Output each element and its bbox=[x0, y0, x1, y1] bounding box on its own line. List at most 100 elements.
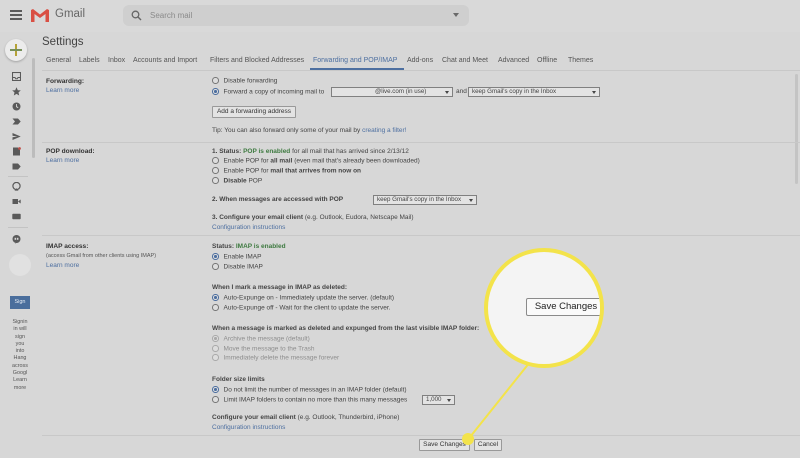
tab-offline[interactable]: Offline bbox=[537, 57, 557, 64]
folder-limit-select[interactable]: 1,000 bbox=[422, 395, 455, 405]
compose-button[interactable] bbox=[5, 39, 27, 61]
rail-divider bbox=[8, 176, 28, 177]
search-box[interactable]: Search mail bbox=[123, 5, 469, 26]
pop-configure-label: 3. Configure your email client (e.g. Out… bbox=[212, 214, 414, 221]
search-icon[interactable] bbox=[131, 10, 142, 21]
limit-folders-option[interactable]: Limit IMAP folders to contain no more th… bbox=[212, 396, 407, 404]
search-options-icon[interactable] bbox=[453, 13, 459, 17]
disable-forwarding-option[interactable]: Disable forwarding bbox=[212, 77, 277, 85]
radio-selected-icon[interactable] bbox=[212, 294, 219, 301]
sign-in-button[interactable]: Sign bbox=[10, 296, 30, 309]
radio-icon[interactable] bbox=[212, 263, 219, 270]
pop-action-select[interactable]: keep Gmail's copy in the Inbox bbox=[373, 195, 477, 205]
imap-disable-option[interactable]: Disable IMAP bbox=[212, 263, 263, 271]
rail-divider bbox=[8, 227, 28, 228]
important-icon[interactable] bbox=[12, 117, 21, 126]
pop-learn-more-link[interactable]: Learn more bbox=[46, 157, 79, 164]
no-limit-option[interactable]: Do not limit the number of messages in a… bbox=[212, 386, 407, 394]
video-icon[interactable] bbox=[12, 197, 21, 206]
radio-icon[interactable] bbox=[212, 177, 219, 184]
snoozed-icon[interactable] bbox=[12, 102, 21, 111]
tab-forwarding-and-pop-imap[interactable]: Forwarding and POP/IMAP bbox=[313, 57, 397, 64]
imap-learn-more-link[interactable]: Learn more bbox=[46, 262, 79, 269]
chevron-down-icon bbox=[445, 91, 449, 94]
pop-from-now-option[interactable]: Enable POP for mail that arrives from no… bbox=[212, 167, 361, 175]
pop-all-mail-option[interactable]: Enable POP for all mail (even mail that'… bbox=[212, 157, 420, 165]
tab-accounts-and-import[interactable]: Accounts and Import bbox=[133, 57, 197, 64]
main-menu-icon[interactable] bbox=[10, 10, 22, 20]
pop-status-value: POP is enabled bbox=[243, 148, 291, 155]
pop-configuration-link[interactable]: Configuration instructions bbox=[212, 224, 285, 231]
radio-selected-icon[interactable] bbox=[212, 335, 219, 342]
radio-selected-icon[interactable] bbox=[212, 386, 219, 393]
delete-forever-option[interactable]: Immediately delete the message forever bbox=[212, 354, 339, 362]
callout-dot bbox=[462, 433, 474, 445]
archive-message-option[interactable]: Archive the message (default) bbox=[212, 335, 310, 343]
section-divider bbox=[42, 235, 800, 236]
auto-expunge-on-option[interactable]: Auto-Expunge on - Immediately update the… bbox=[212, 294, 394, 302]
radio-icon[interactable] bbox=[212, 345, 219, 352]
sent-icon[interactable] bbox=[12, 132, 21, 141]
gmail-logo-icon[interactable] bbox=[30, 8, 50, 23]
forwarding-tip: Tip: You can also forward only some of y… bbox=[212, 127, 407, 134]
top-bar: Gmail Search mail bbox=[0, 0, 800, 32]
imap-deleted-heading: When I mark a message in IMAP as deleted… bbox=[212, 284, 347, 291]
tab-inbox[interactable]: Inbox bbox=[108, 57, 125, 64]
forwarding-section-title: Forwarding: bbox=[46, 78, 85, 85]
forward-action-select[interactable]: keep Gmail's copy in the Inbox bbox=[468, 87, 600, 97]
folder-size-heading: Folder size limits bbox=[212, 376, 265, 383]
move-to-trash-option[interactable]: Move the message to the Trash bbox=[212, 345, 315, 353]
app-name: Gmail bbox=[55, 8, 86, 20]
radio-selected-icon[interactable] bbox=[212, 253, 219, 260]
forwarding-learn-more-link[interactable]: Learn more bbox=[46, 87, 79, 94]
tab-chat-and-meet[interactable]: Chat and Meet bbox=[442, 57, 488, 64]
tab-themes[interactable]: Themes bbox=[568, 57, 593, 64]
hangouts-icon[interactable] bbox=[12, 235, 21, 244]
imap-enable-option[interactable]: Enable IMAP bbox=[212, 253, 261, 261]
radio-icon[interactable] bbox=[212, 77, 219, 84]
tab-labels[interactable]: Labels bbox=[79, 57, 100, 64]
imap-configure-label: Configure your email client (e.g. Outloo… bbox=[212, 414, 400, 421]
imap-section-title: IMAP access: bbox=[46, 243, 89, 250]
imap-configuration-link[interactable]: Configuration instructions bbox=[212, 424, 285, 431]
keyboard-icon[interactable] bbox=[12, 212, 21, 221]
cancel-button[interactable]: Cancel bbox=[474, 439, 502, 451]
inbox-icon[interactable] bbox=[12, 72, 21, 81]
forward-address-select[interactable]: @live.com (in use) bbox=[331, 87, 453, 97]
tab-filters-and-blocked-addresses[interactable]: Filters and Blocked Addresses bbox=[210, 57, 304, 64]
radio-icon[interactable] bbox=[212, 354, 219, 361]
pop-accessed-label: 2. When messages are accessed with POP bbox=[212, 196, 344, 203]
radio-selected-icon[interactable] bbox=[212, 88, 219, 95]
radio-icon[interactable] bbox=[212, 157, 219, 164]
chevron-down-icon bbox=[469, 199, 473, 202]
meet-icon[interactable] bbox=[12, 182, 21, 191]
radio-icon[interactable] bbox=[212, 304, 219, 311]
tab-advanced[interactable]: Advanced bbox=[498, 57, 529, 64]
chevron-down-icon bbox=[447, 399, 451, 402]
forward-copy-option[interactable]: Forward a copy of incoming mail to bbox=[212, 88, 324, 96]
label-icon[interactable] bbox=[12, 162, 21, 171]
create-filter-link[interactable]: creating a filter! bbox=[362, 127, 406, 134]
avatar[interactable] bbox=[9, 254, 31, 276]
imap-status-value: IMAP is enabled bbox=[235, 243, 286, 250]
pop-disable-option[interactable]: Disable POP bbox=[212, 177, 262, 185]
and-label: and bbox=[456, 88, 467, 95]
radio-icon[interactable] bbox=[212, 396, 219, 403]
tabs-divider bbox=[42, 70, 800, 71]
search-placeholder[interactable]: Search mail bbox=[150, 11, 192, 20]
rail-scrollbar[interactable] bbox=[32, 58, 35, 158]
drafts-icon[interactable] bbox=[12, 147, 21, 156]
auto-expunge-off-option[interactable]: Auto-Expunge off - Wait for the client t… bbox=[212, 304, 390, 312]
callout-magnifier: Save Changes bbox=[484, 248, 604, 368]
add-forwarding-address-button[interactable]: Add a forwarding address bbox=[212, 106, 296, 118]
pop-section-title: POP download: bbox=[46, 148, 95, 155]
section-divider bbox=[42, 142, 800, 143]
imap-section-subtitle: (access Gmail from other clients using I… bbox=[46, 253, 157, 259]
imap-status: Status: IMAP is enabled bbox=[212, 243, 286, 250]
starred-icon[interactable] bbox=[12, 87, 21, 96]
tab-add-ons[interactable]: Add-ons bbox=[407, 57, 433, 64]
tab-general[interactable]: General bbox=[46, 57, 71, 64]
content-scrollbar[interactable] bbox=[795, 74, 798, 184]
radio-icon[interactable] bbox=[212, 167, 219, 174]
footer-divider bbox=[42, 435, 800, 436]
